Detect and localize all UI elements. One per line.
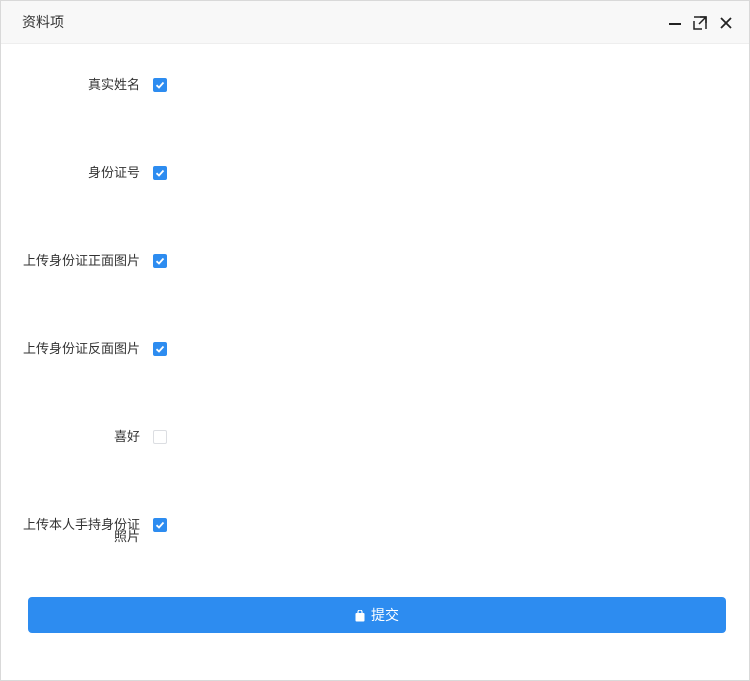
hobby-checkbox[interactable] (153, 430, 167, 444)
form-row-real-name: 真实姓名 (1, 77, 749, 117)
real-name-checkbox[interactable] (153, 78, 167, 92)
handheld-id-photo-checkbox[interactable] (153, 518, 167, 532)
id-back-image-checkbox[interactable] (153, 342, 167, 356)
form-row-handheld-id-photo: 上传本人手持身份证 照片 (1, 517, 749, 557)
minimize-icon[interactable] (666, 14, 684, 32)
field-label: 喜好 (113, 429, 140, 444)
close-icon[interactable] (717, 14, 735, 32)
id-number-checkbox[interactable] (153, 166, 167, 180)
form-row-id-back-image: 上传身份证反面图片 (1, 341, 749, 381)
field-label: 上传身份证正面图片 (22, 253, 140, 268)
dialog-titlebar: 资料项 (1, 1, 749, 44)
submit-button[interactable]: 提交 (28, 597, 726, 633)
form-row-id-front-image: 上传身份证正面图片 (1, 253, 749, 293)
maximize-icon[interactable] (691, 14, 709, 32)
bag-icon (355, 609, 365, 622)
submit-label: 提交 (371, 607, 399, 623)
form-row-id-number: 身份证号 (1, 165, 749, 205)
profile-items-dialog: 资料项 真实姓名 身份证号 上传身份证正面图片 上传身份证反面图片 喜好 上传本… (0, 0, 750, 681)
dialog-title: 资料项 (22, 14, 64, 30)
form-row-hobby: 喜好 (1, 429, 749, 469)
field-label: 真实姓名 (87, 77, 140, 92)
id-front-image-checkbox[interactable] (153, 254, 167, 268)
field-label-line2: 照片 (113, 529, 140, 544)
field-label: 身份证号 (87, 165, 140, 180)
field-label: 上传身份证反面图片 (22, 341, 140, 356)
